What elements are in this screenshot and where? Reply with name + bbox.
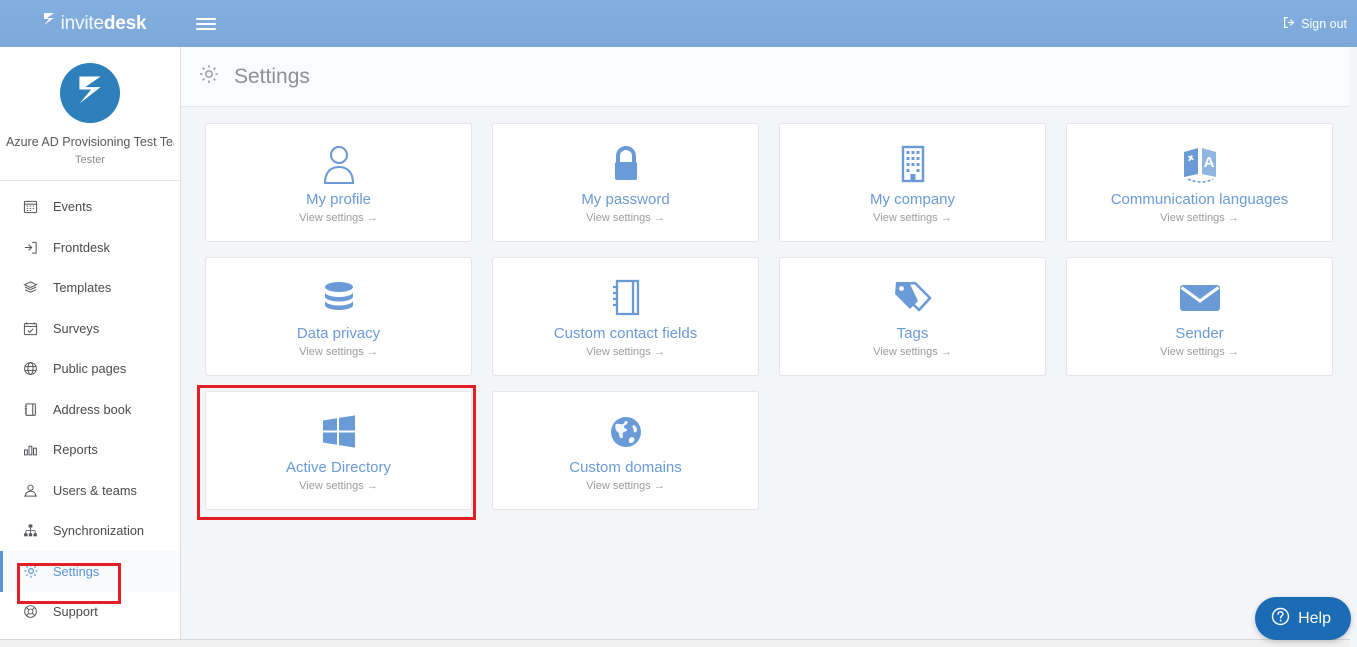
- card-subtitle: View settings →: [873, 212, 952, 225]
- sidebar-item-reports[interactable]: Reports: [0, 430, 180, 471]
- settings-card-custom-domains[interactable]: Custom domains View settings →: [492, 391, 759, 510]
- help-button[interactable]: Help: [1255, 597, 1351, 640]
- sidebar-item-synchronization[interactable]: Synchronization: [0, 511, 180, 552]
- card-title: Communication languages: [1110, 190, 1289, 208]
- gear-icon: [22, 563, 39, 580]
- sitemap-icon: [22, 522, 39, 539]
- sidebar-nav: Events Frontdesk Templates Surveys Publi…: [0, 181, 180, 633]
- sidebar-item-public-pages[interactable]: Public pages: [0, 349, 180, 390]
- sidebar-item-users-teams[interactable]: Users & teams: [0, 470, 180, 511]
- card-subtitle: View settings →: [1160, 346, 1239, 359]
- settings-card-my-profile[interactable]: My profile View settings →: [205, 123, 472, 242]
- sidebar-item-label: Support: [53, 604, 98, 620]
- layers-icon: [22, 279, 39, 296]
- settings-card-tags[interactable]: Tags View settings →: [779, 257, 1046, 376]
- bar-chart-icon: [22, 441, 39, 458]
- gear-icon: [198, 63, 220, 90]
- book-icon: [22, 401, 39, 418]
- brand-text-bold: desk: [103, 12, 147, 34]
- invitedesk-logo-mark-icon: [43, 12, 57, 35]
- sidebar-item-settings[interactable]: Settings: [0, 551, 180, 592]
- card-title: Data privacy: [296, 324, 381, 342]
- card-title: My password: [581, 190, 670, 208]
- sidebar-item-label: Events: [53, 199, 93, 215]
- profile-block: Azure AD Provisioning Test Team Tester: [0, 47, 180, 181]
- svg-text:A: A: [1203, 154, 1214, 171]
- card-subtitle: View settings →: [586, 212, 665, 225]
- sidebar-item-frontdesk[interactable]: Frontdesk: [0, 227, 180, 268]
- brand-logo[interactable]: invitedesk: [0, 0, 181, 47]
- top-bar: invitedesk Sign out: [0, 0, 1357, 47]
- hamburger-icon[interactable]: [196, 14, 216, 34]
- card-subtitle: View settings →: [299, 212, 378, 225]
- card-title: My profile: [305, 190, 372, 208]
- sidebar-item-support[interactable]: Support: [0, 592, 180, 633]
- main-content: Settings My profile View settings → My p…: [181, 47, 1357, 647]
- card-subtitle: View settings →: [299, 480, 378, 493]
- sign-out-button[interactable]: Sign out: [1283, 16, 1347, 32]
- help-label: Help: [1298, 609, 1331, 627]
- avatar: [60, 63, 120, 123]
- sidebar-item-label: Settings: [53, 563, 100, 579]
- sidebar-item-label: Reports: [53, 442, 98, 458]
- sidebar-item-label: Address book: [53, 401, 132, 417]
- card-subtitle: View settings →: [586, 480, 665, 493]
- sign-out-icon: [1283, 16, 1296, 32]
- page-header: Settings: [181, 47, 1357, 107]
- horizontal-scrollbar[interactable]: [0, 639, 1357, 647]
- sidebar-item-label: Surveys: [53, 320, 100, 336]
- card-title: Active Directory: [285, 458, 392, 476]
- user-icon: [320, 141, 358, 187]
- page-title: Settings: [234, 64, 310, 88]
- globe-solid-icon: [607, 409, 645, 455]
- card-title: Tags: [896, 324, 929, 342]
- brand-text-light: invite: [60, 12, 104, 34]
- settings-card-custom-contact-fields[interactable]: Custom contact fields View settings →: [492, 257, 759, 376]
- notebook-icon: [609, 275, 643, 321]
- settings-card-sender[interactable]: Sender View settings →: [1066, 257, 1333, 376]
- sidebar-item-label: Public pages: [53, 361, 127, 377]
- card-title: My company: [869, 190, 956, 208]
- users-icon: [22, 482, 39, 499]
- sidebar-item-label: Templates: [53, 280, 112, 296]
- lock-icon: [609, 141, 643, 187]
- database-icon: [320, 275, 358, 321]
- sidebar-item-surveys[interactable]: Surveys: [0, 308, 180, 349]
- card-subtitle: View settings →: [299, 346, 378, 359]
- login-arrow-icon: [22, 239, 39, 256]
- settings-card-data-privacy[interactable]: Data privacy View settings →: [205, 257, 472, 376]
- settings-card-my-company[interactable]: My company View settings →: [779, 123, 1046, 242]
- question-circle-icon: [1271, 607, 1290, 631]
- translate-icon: A: [1180, 141, 1220, 187]
- card-subtitle: View settings →: [586, 346, 665, 359]
- sidebar-item-address-book[interactable]: Address book: [0, 389, 180, 430]
- envelope-icon: [1178, 275, 1222, 321]
- sidebar-item-label: Users & teams: [53, 482, 137, 498]
- team-name: Azure AD Provisioning Test Team: [6, 135, 174, 149]
- card-title: Custom domains: [569, 458, 682, 476]
- sidebar: Azure AD Provisioning Test Team Tester E…: [0, 47, 181, 647]
- sidebar-item-events[interactable]: Events: [0, 187, 180, 228]
- lifebuoy-icon: [22, 603, 39, 620]
- card-title: Sender: [1175, 324, 1224, 342]
- sign-out-label: Sign out: [1301, 16, 1347, 31]
- calendar-icon: [22, 198, 39, 215]
- card-subtitle: View settings →: [873, 346, 952, 359]
- vertical-scrollbar[interactable]: [1350, 47, 1357, 647]
- sidebar-item-templates[interactable]: Templates: [0, 268, 180, 309]
- calendar-check-icon: [22, 320, 39, 337]
- sidebar-item-label: Frontdesk: [53, 239, 110, 255]
- building-icon: [896, 141, 930, 187]
- card-title: Custom contact fields: [553, 324, 698, 342]
- team-role: Tester: [75, 153, 105, 166]
- card-subtitle: View settings →: [1160, 212, 1239, 225]
- settings-card-active-directory[interactable]: Active Directory View settings →: [205, 391, 472, 510]
- globe-icon: [22, 360, 39, 377]
- settings-card-my-password[interactable]: My password View settings →: [492, 123, 759, 242]
- windows-icon: [320, 409, 358, 455]
- tags-icon: [892, 275, 934, 321]
- sidebar-item-label: Synchronization: [53, 523, 145, 539]
- settings-card-grid: My profile View settings → My password V…: [181, 107, 1357, 525]
- settings-card-communication-languages[interactable]: A Communication languages View settings …: [1066, 123, 1333, 242]
